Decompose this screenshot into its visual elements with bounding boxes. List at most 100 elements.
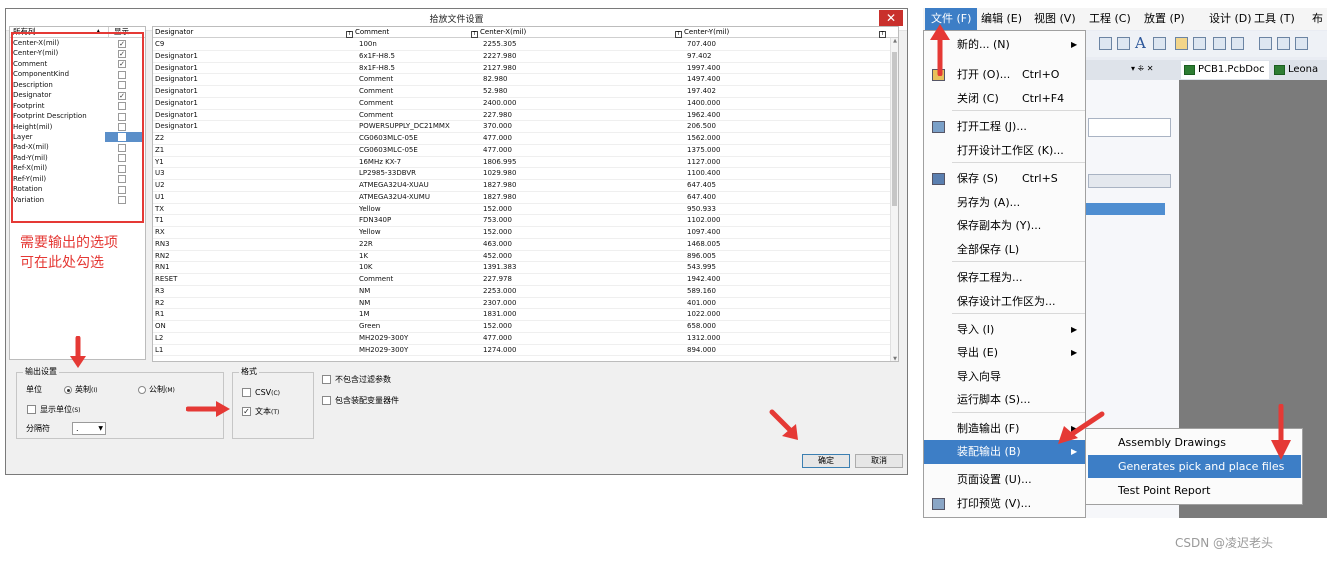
- csv-label[interactable]: CSV(C): [255, 388, 280, 399]
- panel-row[interactable]: [1088, 174, 1171, 188]
- table-row[interactable]: Designator1 8x1F-H8.5 2127.980 1997.400: [153, 63, 893, 75]
- table-row[interactable]: TX Yellow 152.000 950.933: [153, 204, 893, 216]
- exclude-filter-label[interactable]: 不包含过滤参数: [335, 375, 391, 385]
- exclude-filter-checkbox[interactable]: [322, 375, 331, 384]
- include-variants-label[interactable]: 包含装配变量器件: [335, 396, 399, 406]
- toolbar-icon[interactable]: [1295, 37, 1308, 50]
- file-menu-item[interactable]: 导入 (I) ▶: [924, 318, 1086, 342]
- table-cell: RN1: [155, 263, 170, 272]
- scroll-thumb[interactable]: [892, 52, 897, 206]
- folder-icon[interactable]: [1175, 37, 1188, 50]
- table-row[interactable]: Designator1 6x1F-H8.5 2227.980 97.402: [153, 51, 893, 63]
- table-row[interactable]: C9 100n 2255.305 707.400: [153, 39, 893, 51]
- filter-icon[interactable]: T: [346, 31, 353, 38]
- menu-6[interactable]: 工具 (T): [1254, 8, 1295, 30]
- table-row[interactable]: Designator1 Comment 52.980 197.402: [153, 86, 893, 98]
- file-menu-item[interactable]: 保存副本为 (Y)...: [924, 214, 1086, 238]
- filter-icon[interactable]: T: [675, 31, 682, 38]
- file-menu-item[interactable]: 另存为 (A)...: [924, 191, 1086, 215]
- text-label[interactable]: 文本(T): [255, 407, 279, 418]
- tab-pcb1[interactable]: PCB1.PcbDoc: [1181, 61, 1269, 79]
- table-row[interactable]: RX Yellow 152.000 1097.400: [153, 227, 893, 239]
- grid-header-center-y[interactable]: T Center-Y(mil): [675, 27, 729, 38]
- file-menu-item[interactable]: 保存设计工作区为...: [924, 290, 1086, 314]
- imperial-radio[interactable]: [64, 386, 72, 394]
- menu-7[interactable]: 布: [1312, 8, 1323, 30]
- grid-scrollbar[interactable]: ▲ ▼: [890, 38, 898, 361]
- menu-2[interactable]: 视图 (V): [1034, 8, 1076, 30]
- filter-icon[interactable]: T: [879, 31, 886, 38]
- close-button[interactable]: ✕: [879, 10, 903, 26]
- grid-header-comment[interactable]: T Comment: [346, 27, 389, 38]
- include-variants-checkbox[interactable]: [322, 396, 331, 405]
- table-row[interactable]: Designator1 Comment 227.980 1962.400: [153, 110, 893, 122]
- grid-header-designator[interactable]: Designator: [155, 27, 193, 38]
- filter-icon[interactable]: T: [471, 31, 478, 38]
- table-row[interactable]: RESET Comment 227.978 1942.400: [153, 274, 893, 286]
- print-icon[interactable]: [1213, 37, 1226, 50]
- table-row[interactable]: Designator1 POWERSUPPLY_DC21MMX 370.000 206…: [153, 121, 893, 133]
- panel-search-field[interactable]: [1088, 118, 1171, 137]
- show-units-label[interactable]: 显示单位(S): [40, 405, 81, 416]
- zoom-area-icon[interactable]: [1277, 37, 1290, 50]
- table-row[interactable]: U2 ATMEGA32U4-XUAU 1827.980 647.405: [153, 180, 893, 192]
- file-menu-item[interactable]: 导入向导: [924, 365, 1086, 389]
- table-row[interactable]: R2 NM 2307.000 401.000: [153, 298, 893, 310]
- table-row[interactable]: L2 MH2029-300Y 477.000 1312.000: [153, 333, 893, 345]
- panel-selected-row[interactable]: [1083, 203, 1165, 215]
- table-row[interactable]: R3 NM 2253.000 589.160: [153, 286, 893, 298]
- table-row[interactable]: RN2 1K 452.000 896.005: [153, 251, 893, 263]
- table-row[interactable]: T1 FDN340P 753.000 1102.000: [153, 215, 893, 227]
- table-row[interactable]: ON Green 152.000 658.000: [153, 321, 893, 333]
- toolbar-icon[interactable]: [1153, 37, 1166, 50]
- zoom-icon[interactable]: [1259, 37, 1272, 50]
- text-checkbox[interactable]: ✓: [242, 407, 251, 416]
- ok-button[interactable]: 确定: [802, 454, 850, 468]
- toolbar-icon[interactable]: [1117, 37, 1130, 50]
- submenu-item[interactable]: Test Point Report: [1088, 479, 1301, 502]
- table-row[interactable]: R1 1M 1831.000 1022.000: [153, 309, 893, 321]
- menu-4[interactable]: 放置 (P): [1144, 8, 1185, 30]
- file-menu-item[interactable]: 关闭 (C) Ctrl+F4: [924, 87, 1086, 111]
- table-row[interactable]: RN3 22R 463.000 1468.005: [153, 239, 893, 251]
- grid-header-center-x[interactable]: T Center-X(mil): [471, 27, 526, 38]
- file-menu-item[interactable]: 保存工程为...: [924, 266, 1086, 290]
- file-menu-item[interactable]: 页面设置 (U)...: [924, 468, 1086, 492]
- separator-dropdown[interactable]: . ▼: [72, 422, 106, 435]
- table-row[interactable]: Z1 CG0603MLC-05E 477.000 1375.000: [153, 145, 893, 157]
- file-menu-item[interactable]: 保存 (S) Ctrl+S: [924, 167, 1086, 191]
- toolbar-icon[interactable]: [1193, 37, 1206, 50]
- imperial-label[interactable]: 英制(I): [75, 385, 97, 396]
- cancel-button[interactable]: 取消: [855, 454, 903, 468]
- metric-radio[interactable]: [138, 386, 146, 394]
- table-row[interactable]: L1 MH2029-300Y 1274.000 894.000: [153, 345, 893, 357]
- menu-5[interactable]: 设计 (D): [1209, 8, 1252, 30]
- table-row[interactable]: U1 ATMEGA32U4-XUMU 1827.980 647.400: [153, 192, 893, 204]
- file-menu-item[interactable]: 打开设计工作区 (K)...: [924, 139, 1086, 163]
- table-row[interactable]: Z2 CG0603MLC-05E 477.000 1562.000: [153, 133, 893, 145]
- table-row[interactable]: Designator1 Comment 2400.000 1400.000: [153, 98, 893, 110]
- grid-header-filter-end[interactable]: T: [879, 27, 888, 38]
- scroll-down-icon[interactable]: ▼: [891, 356, 898, 361]
- show-units-checkbox[interactable]: [27, 405, 36, 414]
- menu-3[interactable]: 工程 (C): [1089, 8, 1131, 30]
- table-row[interactable]: RN1 10K 1391.383 543.995: [153, 262, 893, 274]
- text-tool-icon[interactable]: A: [1135, 34, 1146, 52]
- panel-controls[interactable]: ▾ ⁜ ✕: [1131, 64, 1154, 73]
- file-menu-item[interactable]: 运行脚本 (S)...: [924, 388, 1086, 412]
- table-row[interactable]: Y1 16MHz KX-7 1806.995 1127.000: [153, 157, 893, 169]
- tab-leona[interactable]: Leona: [1271, 61, 1327, 79]
- toolbar-icon[interactable]: [1099, 37, 1112, 50]
- preview-icon[interactable]: [1231, 37, 1244, 50]
- metric-label[interactable]: 公制(M): [149, 385, 175, 396]
- file-menu-item[interactable]: 全部保存 (L): [924, 238, 1086, 262]
- file-menu-item[interactable]: 打印预览 (V)...: [924, 492, 1086, 516]
- table-row[interactable]: U3 LP2985-33DBVR 1029.980 1100.400: [153, 168, 893, 180]
- csv-checkbox[interactable]: [242, 388, 251, 397]
- file-menu-item[interactable]: 打开工程 (J)...: [924, 115, 1086, 139]
- menu-1[interactable]: 编辑 (E): [981, 8, 1022, 30]
- scroll-up-icon[interactable]: ▲: [891, 38, 898, 44]
- file-menu-item[interactable]: 导出 (E) ▶: [924, 341, 1086, 365]
- table-row[interactable]: Designator1 Comment 82.980 1497.400: [153, 74, 893, 86]
- file-menu-item[interactable]: 打印 (P)... Ctrl+P: [924, 515, 1086, 518]
